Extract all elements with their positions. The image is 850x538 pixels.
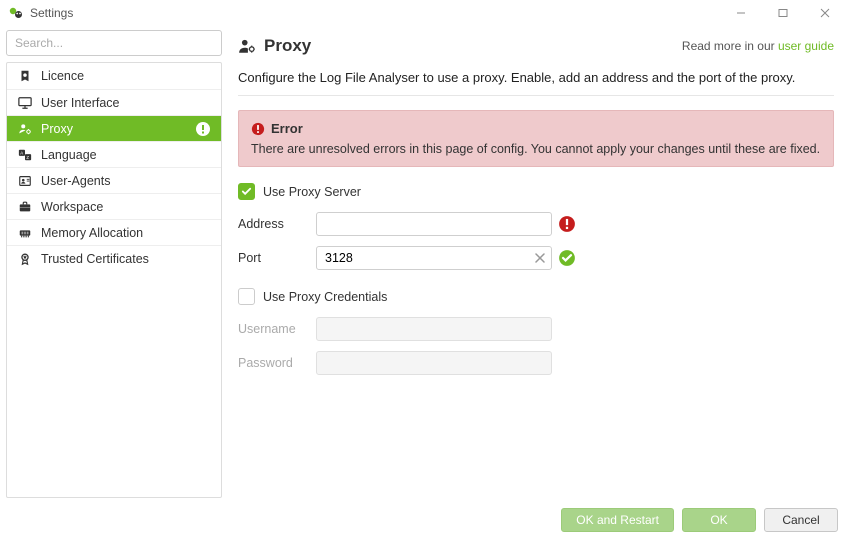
error-box: Error There are unresolved errors in thi…	[238, 110, 834, 167]
address-label: Address	[238, 217, 316, 231]
sidebar-item-label: User-Agents	[41, 174, 211, 188]
check-icon	[558, 249, 576, 267]
password-input	[316, 351, 552, 375]
separator	[238, 95, 834, 96]
app-icon	[8, 5, 24, 21]
port-label: Port	[238, 251, 316, 265]
port-input[interactable]	[316, 246, 552, 270]
alert-icon	[195, 121, 211, 137]
briefcase-icon	[17, 199, 33, 215]
person-gear-icon	[17, 121, 33, 137]
sidebar-item-workspace[interactable]: Workspace	[7, 193, 221, 219]
page-description: Configure the Log File Analyser to use a…	[238, 70, 834, 85]
window-minimize-button[interactable]	[720, 0, 762, 26]
cancel-button[interactable]: Cancel	[764, 508, 838, 532]
ok-and-restart-button[interactable]: OK and Restart	[561, 508, 674, 532]
svg-text:A: A	[20, 150, 23, 155]
licence-icon	[17, 68, 33, 84]
use-proxy-label: Use Proxy Server	[263, 185, 361, 199]
sidebar-item-label: Proxy	[41, 122, 195, 136]
search-input[interactable]	[6, 30, 222, 56]
sidebar-item-label: Memory Allocation	[41, 226, 211, 240]
sidebar-item-label: Language	[41, 148, 211, 162]
id-badge-icon	[17, 173, 33, 189]
sidebar-item-trusted-certificates[interactable]: Trusted Certificates	[7, 245, 221, 271]
window-maximize-button[interactable]	[762, 0, 804, 26]
error-icon	[558, 215, 576, 233]
error-body: There are unresolved errors in this page…	[251, 142, 821, 156]
clear-icon[interactable]	[534, 252, 546, 264]
checkbox-icon	[238, 288, 255, 305]
username-label: Username	[238, 322, 316, 336]
sidebar: Licence User Interface Proxy AZ Language	[6, 62, 222, 498]
use-credentials-checkbox[interactable]: Use Proxy Credentials	[238, 288, 834, 305]
use-credentials-label: Use Proxy Credentials	[263, 290, 387, 304]
sidebar-item-label: Trusted Certificates	[41, 252, 211, 266]
sidebar-item-label: Licence	[41, 69, 211, 83]
readmore-text: Read more in our user guide	[682, 39, 834, 53]
error-title: Error	[271, 121, 303, 136]
user-guide-link[interactable]: user guide	[778, 39, 834, 53]
sidebar-item-licence[interactable]: Licence	[7, 63, 221, 89]
sidebar-item-label: User Interface	[41, 96, 211, 110]
window-title: Settings	[30, 6, 73, 20]
sidebar-item-label: Workspace	[41, 200, 211, 214]
window-close-button[interactable]	[804, 0, 846, 26]
use-proxy-checkbox[interactable]: Use Proxy Server	[238, 183, 834, 200]
sidebar-item-user-agents[interactable]: User-Agents	[7, 167, 221, 193]
sidebar-item-user-interface[interactable]: User Interface	[7, 89, 221, 115]
memory-icon	[17, 225, 33, 241]
checkbox-icon	[238, 183, 255, 200]
ok-button[interactable]: OK	[682, 508, 756, 532]
sidebar-item-language[interactable]: AZ Language	[7, 141, 221, 167]
username-input	[316, 317, 552, 341]
page-title: Proxy	[264, 36, 311, 56]
monitor-icon	[17, 95, 33, 111]
password-label: Password	[238, 356, 316, 370]
person-gear-icon	[238, 37, 256, 55]
certificate-icon	[17, 251, 33, 267]
address-input[interactable]	[316, 212, 552, 236]
translate-icon: AZ	[17, 147, 33, 163]
sidebar-item-proxy[interactable]: Proxy	[7, 115, 221, 141]
sidebar-item-memory-allocation[interactable]: Memory Allocation	[7, 219, 221, 245]
svg-text:Z: Z	[26, 154, 29, 159]
error-icon	[251, 122, 265, 136]
